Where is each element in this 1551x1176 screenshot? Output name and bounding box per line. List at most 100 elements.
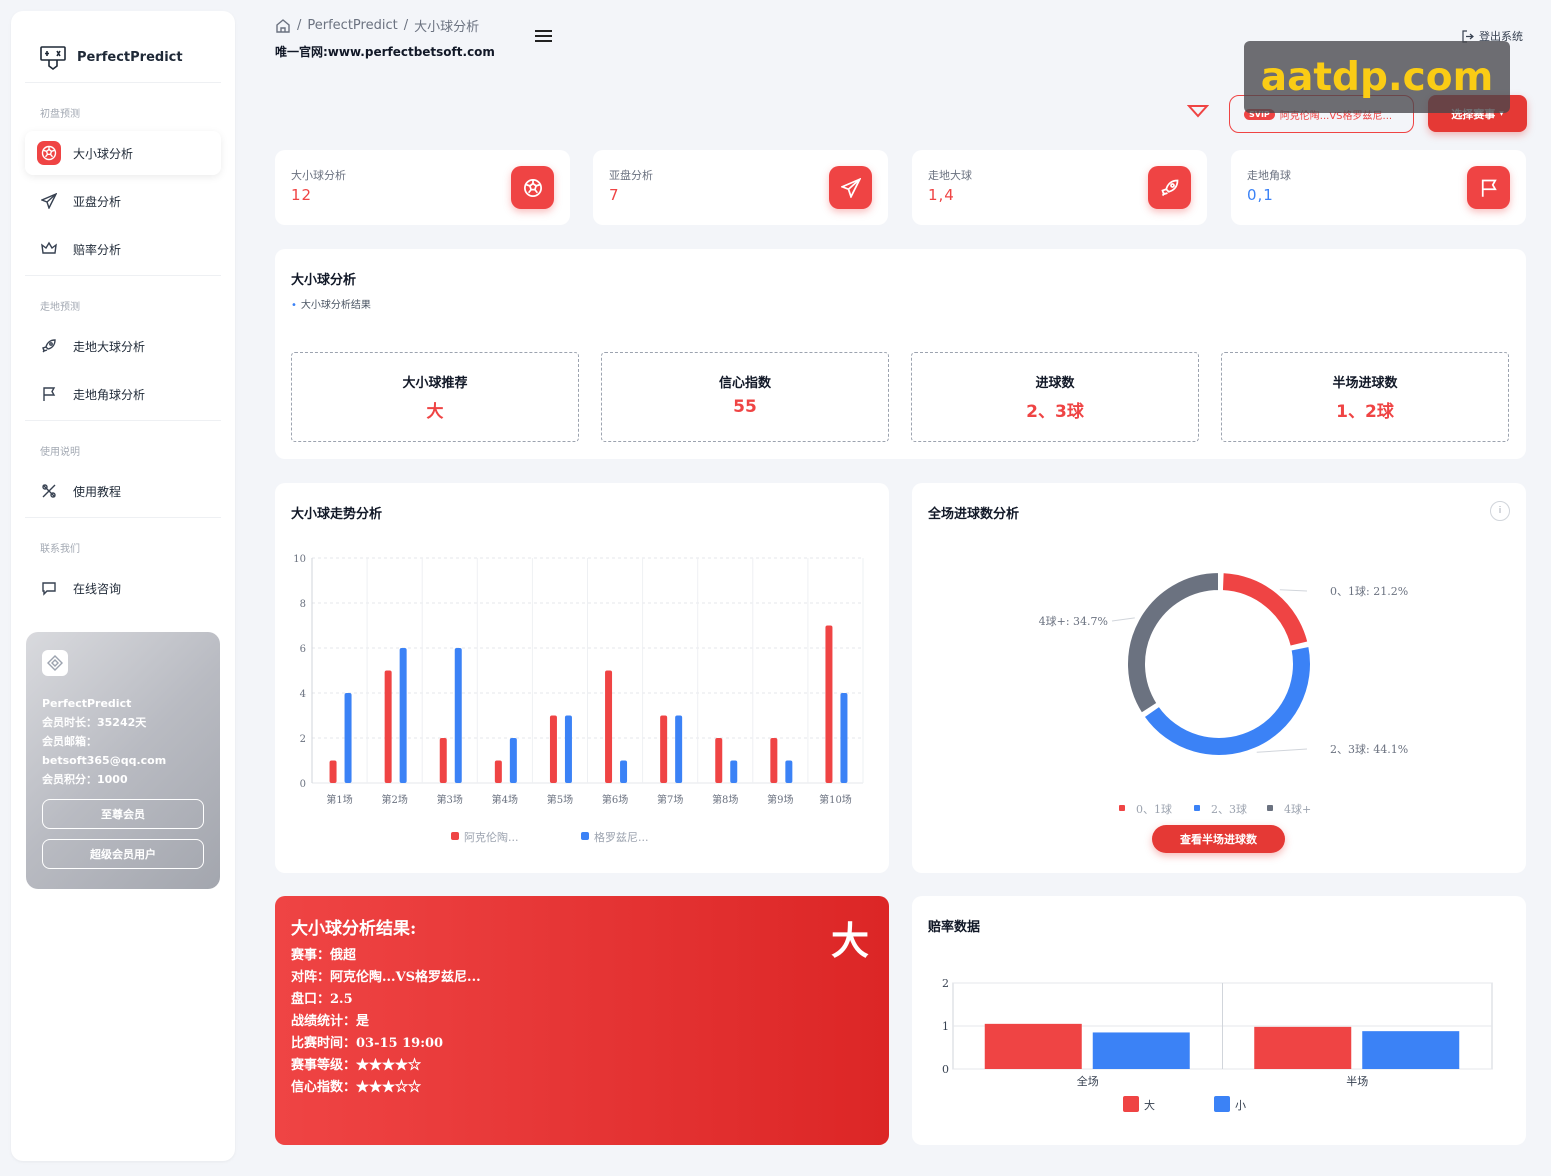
x-tick-label: 半场 — [1346, 1074, 1368, 1088]
odds-chart: 0 1 2 全场 半场大 小 — [942, 977, 1493, 1112]
result-panel: 大小球分析结果: 赛事：俄超 对阵：阿克伦陶...VS格罗兹尼... 盘口：2.5 战… — [275, 896, 889, 1145]
member-card: PerfectPredict 会员时长：35242天 会员邮箱： betsoft… — [26, 632, 220, 889]
trend-bar[interactable] — [840, 693, 848, 783]
sidebar-item-label: 使用教程 — [73, 484, 122, 499]
donut-label: 0、1球: 21.2% — [1330, 584, 1408, 598]
x-tick-label: 全场 — [1077, 1074, 1099, 1088]
x-tick-label: 第10场 — [819, 793, 852, 806]
sidebar-item[interactable]: 亚盘分析 — [25, 179, 221, 223]
result-big: 大 — [830, 918, 869, 963]
sidebar-item[interactable]: 大小球分析 — [25, 131, 221, 175]
vip-button[interactable]: 至尊会员 — [42, 799, 204, 829]
y-tick-label: 2 — [942, 977, 949, 990]
legend-label[interactable]: 2、3球 — [1211, 802, 1247, 816]
stat-card[interactable]: 走地角球 0,1 — [1231, 150, 1526, 225]
trend-bar[interactable] — [620, 760, 628, 784]
legend-label[interactable]: 阿克伦陶... — [464, 830, 519, 844]
breadcrumb-sep: / — [297, 18, 302, 33]
analysis-box-value: 大 — [426, 402, 444, 422]
donut-slice[interactable] — [1142, 644, 1312, 757]
x-tick-label: 第9场 — [767, 793, 793, 806]
trend-bar[interactable] — [675, 715, 683, 784]
sidebar-nav: 初盘预测 大小球分析 亚盘分析 赔率分析 走地预测 走地大球分析 走地角球分析 使用说明 使用教… — [11, 83, 235, 610]
analysis-panel: 大小球分析 大小球分析结果 大小球推荐大 信心指数 55 进球数 2、3球 半场进球数 1、… — [275, 249, 1526, 459]
donut-leader-line — [1256, 748, 1308, 753]
site-subtitle: 唯一官网:www.perfectbetsoft.com — [275, 45, 495, 59]
trend-bar[interactable] — [660, 715, 668, 784]
x-tick-label: 第4场 — [492, 793, 518, 806]
analysis-subtitle: 大小球分析结果 — [291, 296, 371, 311]
member-duration: 会员时长：35242天 — [42, 716, 147, 729]
sidebar-item[interactable]: 赔率分析 — [25, 227, 221, 271]
super-member-button[interactable]: 超级会员用户 — [42, 839, 204, 869]
soccer-ball-icon — [37, 141, 61, 165]
stat-card[interactable]: 大小球分析 12 — [275, 150, 570, 225]
trend-bar[interactable] — [384, 670, 392, 784]
view-half-goals-button[interactable]: 查看半场进球数 — [1152, 825, 1285, 853]
analysis-box-value: 55 — [733, 397, 757, 417]
watermark: aatdp.com — [1244, 41, 1510, 113]
breadcrumb-app[interactable]: PerfectPredict — [307, 18, 397, 33]
donut-leader-line — [1279, 589, 1308, 592]
analysis-box: 半场进球数 1、2球 — [1221, 352, 1509, 442]
trend-bar[interactable] — [715, 738, 723, 783]
sidebar-item-label: 走地角球分析 — [73, 387, 146, 402]
trend-bar[interactable] — [770, 738, 778, 783]
odds-bar[interactable] — [1092, 1032, 1190, 1069]
sidebar-item[interactable]: 在线咨询 — [25, 566, 221, 610]
logo-icon — [40, 45, 66, 70]
chat-icon — [37, 576, 61, 600]
legend-swatch — [1267, 805, 1273, 811]
paper-plane-icon — [37, 189, 61, 213]
home-icon[interactable] — [275, 18, 291, 34]
legend-label[interactable]: 格罗兹尼... — [594, 830, 649, 844]
trend-bar[interactable] — [549, 715, 557, 784]
crown-icon — [37, 237, 61, 261]
legend-label[interactable]: 4球+ — [1284, 802, 1311, 816]
sidebar-item[interactable]: 走地角球分析 — [25, 372, 221, 416]
dropdown-triangle-icon[interactable] — [1186, 103, 1210, 122]
breadcrumb: / PerfectPredict / 大小球分析 — [275, 16, 495, 35]
trend-bar[interactable] — [730, 760, 738, 784]
rocket-icon — [37, 334, 61, 358]
odds-bar[interactable] — [984, 1023, 1082, 1069]
sidebar: PerfectPredict 初盘预测 大小球分析 亚盘分析 赔率分析 走地预测 走地大球… — [11, 11, 235, 1161]
stat-card[interactable]: 亚盘分析 7 — [593, 150, 888, 225]
odds-bar[interactable] — [1254, 1026, 1352, 1069]
menu-icon[interactable] — [535, 28, 553, 47]
y-tick-label: 2 — [300, 734, 306, 745]
donut-slice[interactable] — [1126, 571, 1220, 715]
tools-icon — [37, 479, 61, 503]
odds-bar[interactable] — [1362, 1031, 1460, 1069]
x-tick-label: 第1场 — [326, 793, 352, 806]
sidebar-item-label: 在线咨询 — [73, 581, 122, 596]
app-logo[interactable]: PerfectPredict — [25, 11, 221, 83]
x-tick-label: 第5场 — [547, 793, 573, 806]
legend-label[interactable]: 大 — [1144, 1098, 1155, 1112]
trend-bar[interactable] — [564, 715, 572, 784]
legend-label[interactable]: 小 — [1235, 1099, 1246, 1112]
analysis-box: 信心指数 55 — [601, 352, 889, 442]
result-line: 赛事：俄超 — [291, 948, 357, 963]
trend-bar[interactable] — [454, 648, 462, 783]
trend-bar[interactable] — [494, 760, 502, 784]
legend-label[interactable]: 0、1球 — [1136, 802, 1172, 816]
analysis-box-title: 进球数 — [1035, 376, 1075, 391]
trend-bar[interactable] — [509, 738, 517, 783]
stat-card[interactable]: 走地大球 1,4 — [912, 150, 1207, 225]
trend-bar[interactable] — [399, 648, 407, 783]
member-name: PerfectPredict — [42, 697, 132, 710]
trend-bar[interactable] — [605, 670, 613, 784]
sidebar-item[interactable]: 走地大球分析 — [25, 324, 221, 368]
x-tick-label: 第8场 — [712, 793, 738, 806]
y-tick-label: 0 — [942, 1063, 949, 1076]
analysis-box-title: 半场进球数 — [1332, 376, 1398, 391]
donut-slice[interactable] — [1220, 571, 1310, 648]
member-email-label: 会员邮箱： — [42, 735, 97, 748]
trend-bar[interactable] — [825, 625, 833, 784]
trend-bar[interactable] — [785, 760, 793, 784]
sidebar-item[interactable]: 使用教程 — [25, 469, 221, 513]
trend-bar[interactable] — [344, 693, 352, 783]
trend-bar[interactable] — [329, 760, 337, 784]
trend-bar[interactable] — [439, 738, 447, 783]
